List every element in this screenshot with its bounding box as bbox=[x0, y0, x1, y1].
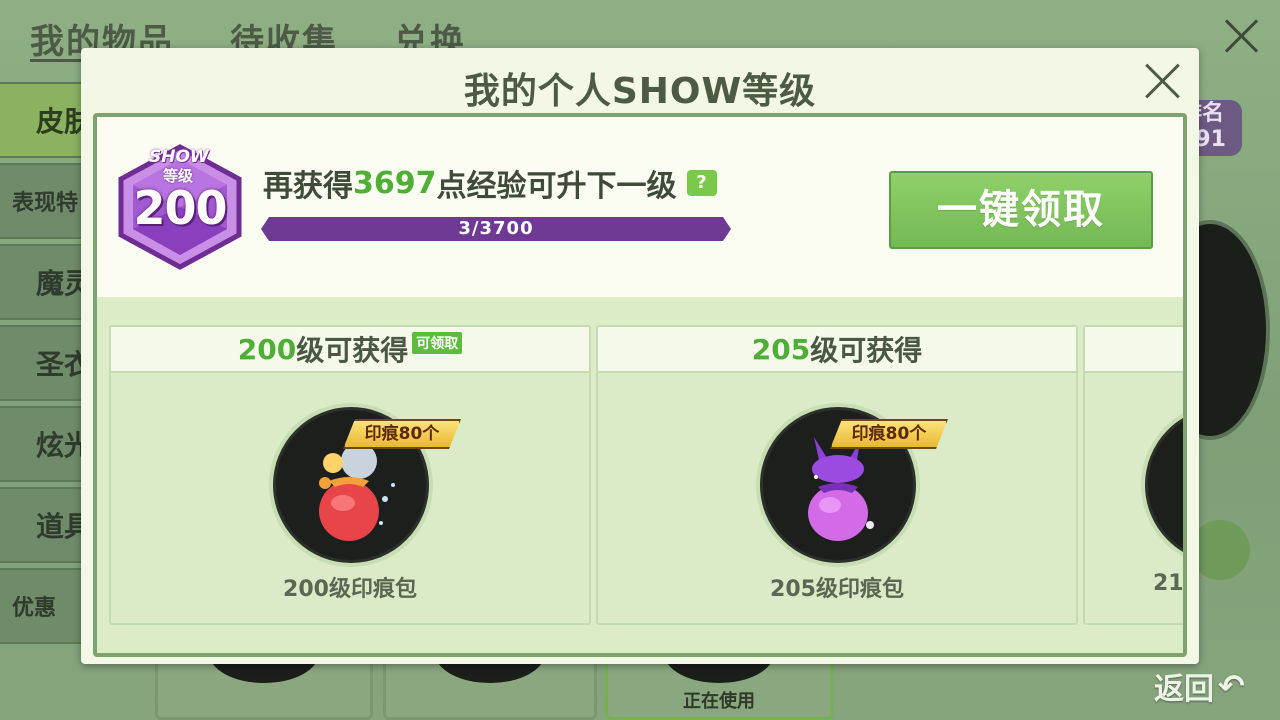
close-icon[interactable] bbox=[1143, 62, 1183, 102]
help-icon[interactable]: ? bbox=[686, 170, 717, 196]
claim-all-button[interactable]: 一键领取 bbox=[889, 171, 1153, 249]
reward-item-icon[interactable] bbox=[1141, 403, 1183, 567]
page-close-icon[interactable] bbox=[1222, 16, 1262, 56]
reward-card-header: 200 级可获得 可领取 bbox=[111, 327, 589, 373]
exp-progress-label: 3/3700 bbox=[458, 218, 534, 239]
mark-count-tag: 印痕80个 bbox=[343, 419, 461, 449]
badge-brand: SHOW bbox=[149, 147, 209, 167]
reward-card[interactable]: 21 bbox=[1083, 325, 1184, 625]
reward-head-suffix: 级可获得 bbox=[296, 334, 409, 367]
reward-item-name: 205级印痕包 bbox=[770, 577, 904, 602]
current-level: 200 bbox=[133, 181, 227, 235]
exp-requirement: 再获得 3697 点经验可升下一级 ? bbox=[263, 161, 717, 205]
reward-card-header: 205 级可获得 bbox=[598, 327, 1076, 373]
exp-suffix: 点经验可升下一级 bbox=[436, 169, 677, 204]
modal-title: 我的个人SHOW等级 bbox=[463, 71, 817, 112]
using-label: 正在使用 bbox=[683, 691, 755, 712]
exp-progress-bar: 3/3700 bbox=[261, 217, 731, 241]
leaf-icon[interactable] bbox=[1190, 520, 1250, 580]
level-badge: SHOW 等级 200 bbox=[113, 143, 247, 271]
reward-item-name: 21 bbox=[1153, 571, 1184, 596]
back-button[interactable]: 返回 ↶ bbox=[1154, 664, 1245, 708]
reward-card-header bbox=[1085, 327, 1183, 373]
back-label: 返回 bbox=[1154, 672, 1214, 707]
reward-level: 205 bbox=[751, 332, 811, 366]
modal-content-frame: SHOW 等级 200 再获得 3697 点经验可升下一级 ? 3/3700 一… bbox=[93, 113, 1187, 657]
mark-count-tag: 印痕80个 bbox=[830, 419, 948, 449]
reward-card[interactable]: 205 级可获得 印痕80个 205级印痕包 bbox=[596, 325, 1078, 625]
show-level-modal: 我的个人SHOW等级 SHOW 等级 200 再获得 3697 点经验可升下一级… bbox=[81, 48, 1199, 664]
reward-item-name: 200级印痕包 bbox=[283, 577, 417, 602]
reward-level: 200 bbox=[237, 332, 297, 366]
reward-card[interactable]: 200 级可获得 可领取 印痕80个 200级印痕包 bbox=[109, 325, 591, 625]
exp-prefix: 再获得 bbox=[263, 169, 353, 204]
claimable-badge: 可领取 bbox=[412, 332, 463, 354]
back-arrow-icon: ↶ bbox=[1218, 667, 1245, 705]
exp-amount: 3697 bbox=[353, 165, 437, 201]
reward-head-suffix: 级可获得 bbox=[810, 334, 923, 367]
level-summary: SHOW 等级 200 再获得 3697 点经验可升下一级 ? 3/3700 一… bbox=[97, 117, 1183, 297]
